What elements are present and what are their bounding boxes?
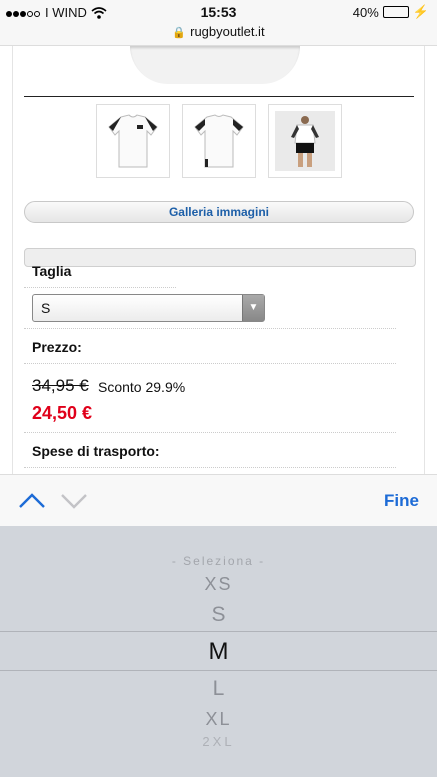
url-bar[interactable]: 🔒 rugbyoutlet.it [0, 24, 437, 46]
url-text: rugbyoutlet.it [190, 24, 265, 39]
product-image-main [130, 46, 300, 84]
picker-option-m[interactable]: M [0, 638, 437, 666]
shirt-back-icon [194, 114, 244, 168]
size-select-value: S [41, 300, 51, 316]
shipping-label: Spese di trasporto: [32, 443, 160, 459]
model-photo-icon [275, 111, 335, 171]
battery-icon [382, 6, 409, 18]
shirt-front-icon [108, 114, 158, 168]
old-price: 34,95 € [32, 376, 89, 395]
battery-area: 40% ⚡ [353, 4, 429, 20]
picker-option-placeholder[interactable]: - Seleziona - [0, 554, 437, 568]
picker-option-l[interactable]: L [0, 677, 437, 701]
battery-percent: 40% [352, 4, 379, 20]
lock-icon: 🔒 [172, 27, 187, 39]
chevron-up-icon[interactable] [18, 489, 46, 513]
thumbnail-front[interactable] [96, 104, 170, 178]
picker-option-xs[interactable]: XS [0, 574, 437, 595]
new-price: 24,50 € [32, 403, 93, 423]
separator-line [24, 287, 176, 288]
size-select[interactable]: S ▼ [32, 294, 265, 322]
picker-option-s[interactable]: S [0, 603, 437, 627]
price-label: Prezzo: [32, 339, 82, 355]
dropdown-arrow-icon: ▼ [242, 295, 264, 321]
thumbnail-model[interactable] [268, 104, 342, 178]
input-accessory-bar: Fine [0, 474, 437, 526]
done-button[interactable]: Fine [384, 491, 419, 511]
separator-line [24, 328, 396, 329]
options-panel-header [24, 248, 416, 267]
size-picker-wheel[interactable]: - Seleziona - XS S M L XL 2XL [0, 526, 437, 777]
thumbnail-back[interactable] [182, 104, 256, 178]
separator-line [24, 467, 396, 468]
charging-icon: ⚡ [412, 4, 429, 19]
picker-option-2xl[interactable]: 2XL [0, 734, 437, 749]
separator-line [24, 432, 396, 433]
picker-option-xl[interactable]: XL [0, 709, 437, 730]
separator-line [24, 363, 396, 364]
discount-text: Sconto 29.9% [98, 379, 186, 395]
size-label: Taglia [32, 263, 72, 279]
divider [24, 96, 414, 97]
chevron-down-icon[interactable] [60, 489, 88, 513]
status-bar: I WIND 15:53 40% ⚡ [0, 0, 437, 24]
web-page: Galleria immagini Taglia S ▼ Prezzo: 34,… [0, 46, 437, 474]
gallery-button[interactable]: Galleria immagini [24, 201, 414, 223]
